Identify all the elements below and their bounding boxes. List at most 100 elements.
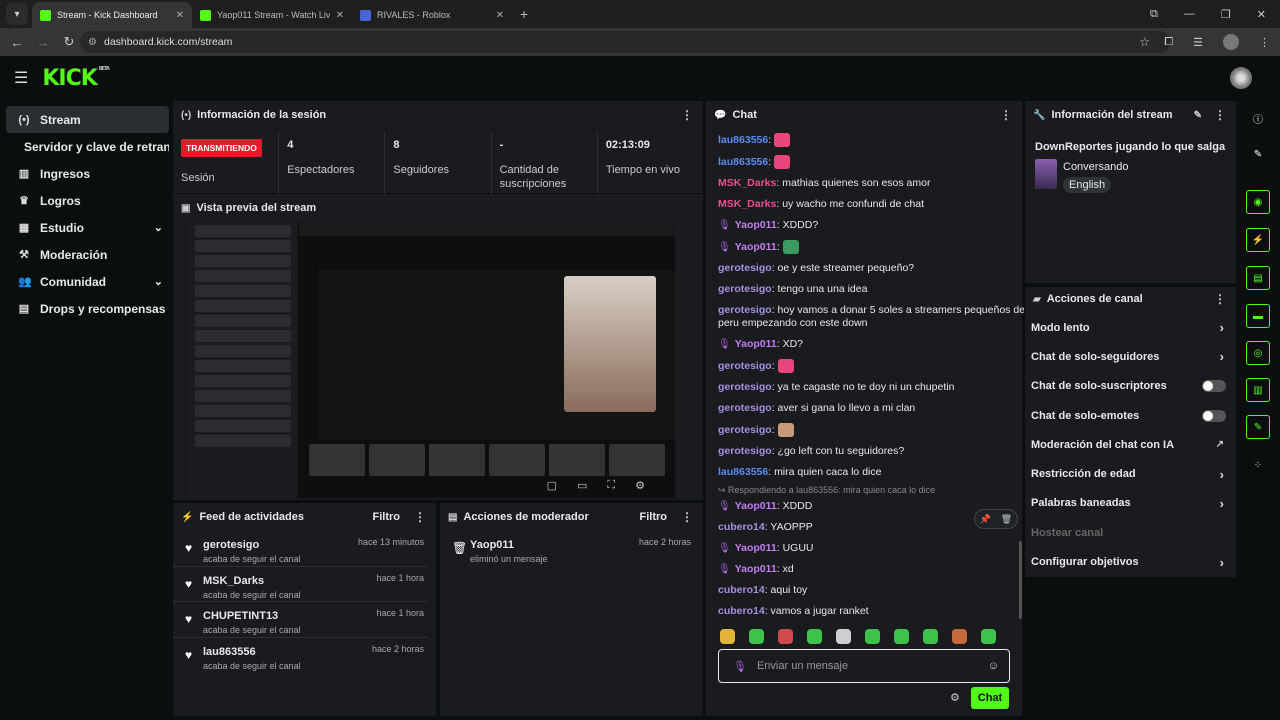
more-options-icon[interactable]: ⋮ — [414, 510, 426, 524]
more-options-icon[interactable]: ⋮ — [1214, 108, 1226, 122]
site-info-icon[interactable]: ⚙ — [88, 37, 97, 48]
tab-close-icon[interactable]: ✕ — [496, 10, 504, 21]
chat-message[interactable]: gerotesigo: — [718, 419, 1024, 441]
chat-message[interactable]: 🎙 Yaop011: — [718, 236, 1024, 258]
emoji-icon[interactable]: ☺ — [988, 660, 999, 672]
action-age-restriction[interactable]: Restricción de edad › — [1025, 459, 1236, 488]
quick-emote-icon[interactable] — [952, 629, 967, 644]
filter-button[interactable]: Filtro — [640, 511, 668, 523]
chat-input-box[interactable]: 🎙 ☺ — [718, 649, 1010, 683]
quick-emote-icon[interactable] — [720, 629, 735, 644]
chat-username[interactable]: lau863556 — [718, 466, 768, 478]
pencil-icon[interactable]: ✎ — [1246, 142, 1270, 166]
sidebar-item-stream-key[interactable]: Servidor y clave de retransm — [6, 133, 169, 160]
moderator-name[interactable]: Yaop011 — [470, 539, 548, 551]
chat-username[interactable]: gerotesigo — [718, 304, 772, 316]
sidebar-item-drops[interactable]: ▤ Drops y recompensas — [6, 295, 169, 322]
chat-username[interactable]: MSK_Darks — [718, 177, 776, 189]
chat-username[interactable]: Yaop011 — [735, 241, 777, 253]
camera-icon[interactable]: ◉ — [1246, 190, 1270, 214]
pip-icon[interactable]: ▢ — [547, 479, 557, 492]
filter-button[interactable]: Filtro — [373, 511, 401, 523]
chat-message[interactable]: MSK_Darks: uy wacho me confundi de chat — [718, 194, 1024, 215]
browser-tab-kick-dashboard[interactable]: Stream - Kick Dashboard ✕ — [32, 2, 192, 28]
chat-message[interactable]: gerotesigo: hoy vamos a donar 5 soles a … — [718, 300, 1024, 334]
chat-username[interactable]: Yaop011 — [735, 563, 777, 575]
hamburger-menu-icon[interactable]: ☰ — [14, 68, 28, 88]
tab-search-button[interactable]: ▾ — [6, 3, 28, 25]
media-icon[interactable]: ☰ — [1193, 36, 1203, 49]
chat-message[interactable]: gerotesigo: ¿go left con tu seguidores? — [718, 441, 1024, 462]
chat-message[interactable]: gerotesigo: oe y este streamer pequeño? — [718, 258, 1024, 279]
quick-emote-icon[interactable] — [981, 629, 996, 644]
chat-username[interactable]: cubero14 — [718, 584, 765, 596]
broadcast-icon[interactable]: ◎ — [1246, 341, 1270, 365]
kick-logo[interactable]: KICK BETA — [42, 66, 110, 91]
fullscreen-icon[interactable]: ⛶ — [607, 479, 615, 492]
sidebar-item-estudio[interactable]: ▦ Estudio ⌄ — [6, 214, 169, 241]
action-configure-goals[interactable]: Configurar objetivos › — [1025, 547, 1236, 576]
chat-username[interactable]: Yaop011 — [735, 219, 777, 231]
chat-message[interactable]: gerotesigo: — [718, 355, 1024, 377]
action-slow-mode[interactable]: Modo lento › — [1025, 313, 1236, 342]
profile-avatar[interactable] — [1223, 34, 1239, 50]
new-tab-button[interactable]: + — [520, 6, 528, 22]
sidebar-item-moderacion[interactable]: ⚒ Moderación — [6, 241, 169, 268]
action-followers-only[interactable]: Chat de solo-seguidores › — [1025, 342, 1236, 371]
sidebar-item-ingresos[interactable]: ▥ Ingresos — [6, 160, 169, 187]
emotes-only-toggle[interactable] — [1202, 409, 1226, 422]
follower-name[interactable]: MSK_Darks — [203, 575, 301, 587]
edit-pencil-icon[interactable]: ✎ — [1194, 110, 1202, 121]
action-ai-moderation[interactable]: Moderación del chat con IA ↗ — [1025, 430, 1236, 459]
chat-messages[interactable]: lau863556: lau863556: MSK_Darks: mathias… — [706, 129, 1024, 622]
extensions-puzzle-icon[interactable]: ⧠ — [1164, 36, 1173, 49]
stream-preview-video[interactable]: ▢ ▭ ⛶ ⚙ — [189, 222, 675, 498]
minimize-icon[interactable]: — — [1184, 8, 1195, 20]
chat-username[interactable]: gerotesigo — [718, 445, 772, 457]
chat-username[interactable]: Yaop011 — [735, 338, 777, 350]
chat-username[interactable]: MSK_Darks — [718, 198, 776, 210]
settings-gear-icon[interactable]: ⚙ — [635, 479, 645, 492]
send-chat-button[interactable]: Chat — [971, 687, 1009, 709]
chat-username[interactable]: cubero14 — [718, 521, 765, 533]
chat-message[interactable]: MSK_Darks: mathias quienes son esos amor — [718, 173, 1024, 194]
chat-settings-icon[interactable]: ⚙ — [950, 691, 960, 704]
follower-name[interactable]: CHUPETINT13 — [203, 610, 301, 622]
browser-tab-roblox[interactable]: RIVALES - Roblox ✕ — [352, 2, 512, 28]
category-thumbnail[interactable] — [1035, 159, 1057, 189]
user-avatar[interactable] — [1230, 67, 1252, 89]
more-options-icon[interactable]: ⋮ — [1214, 292, 1226, 306]
category-name[interactable]: Conversando — [1063, 161, 1128, 173]
quick-emote-icon[interactable] — [749, 629, 764, 644]
chat-username[interactable]: Yaop011 — [735, 500, 777, 512]
chat-username[interactable]: gerotesigo — [718, 360, 772, 372]
more-options-icon[interactable]: ⋮ — [1000, 108, 1012, 122]
chat-username[interactable]: Yaop011 — [735, 542, 777, 554]
maximize-icon[interactable]: ❐ — [1221, 8, 1231, 21]
quick-emote-icon[interactable] — [836, 629, 851, 644]
sidebar-item-logros[interactable]: ♛ Logros — [6, 187, 169, 214]
quick-emote-icon[interactable] — [865, 629, 880, 644]
chat-message[interactable]: gerotesigo: tengo una una idea — [718, 279, 1024, 300]
layout-icon[interactable]: ▥ — [1246, 378, 1270, 402]
wrench-icon[interactable]: ✎ — [1246, 415, 1270, 439]
more-options-icon[interactable]: ⋮ — [681, 108, 693, 122]
sidebar-item-comunidad[interactable]: 👥 Comunidad ⌄ — [6, 268, 169, 295]
chat-icon[interactable]: ▬ — [1246, 304, 1270, 328]
extensions-icon[interactable]: ⧉ — [1150, 8, 1158, 21]
chat-message[interactable]: lau863556: — [718, 151, 1024, 173]
action-banned-words[interactable]: Palabras baneadas › — [1025, 489, 1236, 518]
subs-only-toggle[interactable] — [1202, 380, 1226, 393]
forward-icon[interactable]: → — [30, 35, 56, 50]
quick-emote-icon[interactable] — [923, 629, 938, 644]
chat-username[interactable]: cubero14 — [718, 605, 765, 617]
pin-icon[interactable]: 📌 — [980, 514, 991, 525]
chat-username[interactable]: gerotesigo — [718, 381, 772, 393]
bookmark-star-icon[interactable]: ☆ — [1139, 35, 1150, 49]
chat-message[interactable]: cubero14: vamos a jugar ranket — [718, 601, 1024, 622]
info-icon[interactable]: ⓘ — [1246, 106, 1270, 130]
quick-emote-icon[interactable] — [807, 629, 822, 644]
more-options-icon[interactable]: ⋮ — [681, 510, 693, 524]
chat-username[interactable]: gerotesigo — [718, 283, 772, 295]
chat-message[interactable]: 🎙 Yaop011: xd — [718, 559, 1024, 580]
